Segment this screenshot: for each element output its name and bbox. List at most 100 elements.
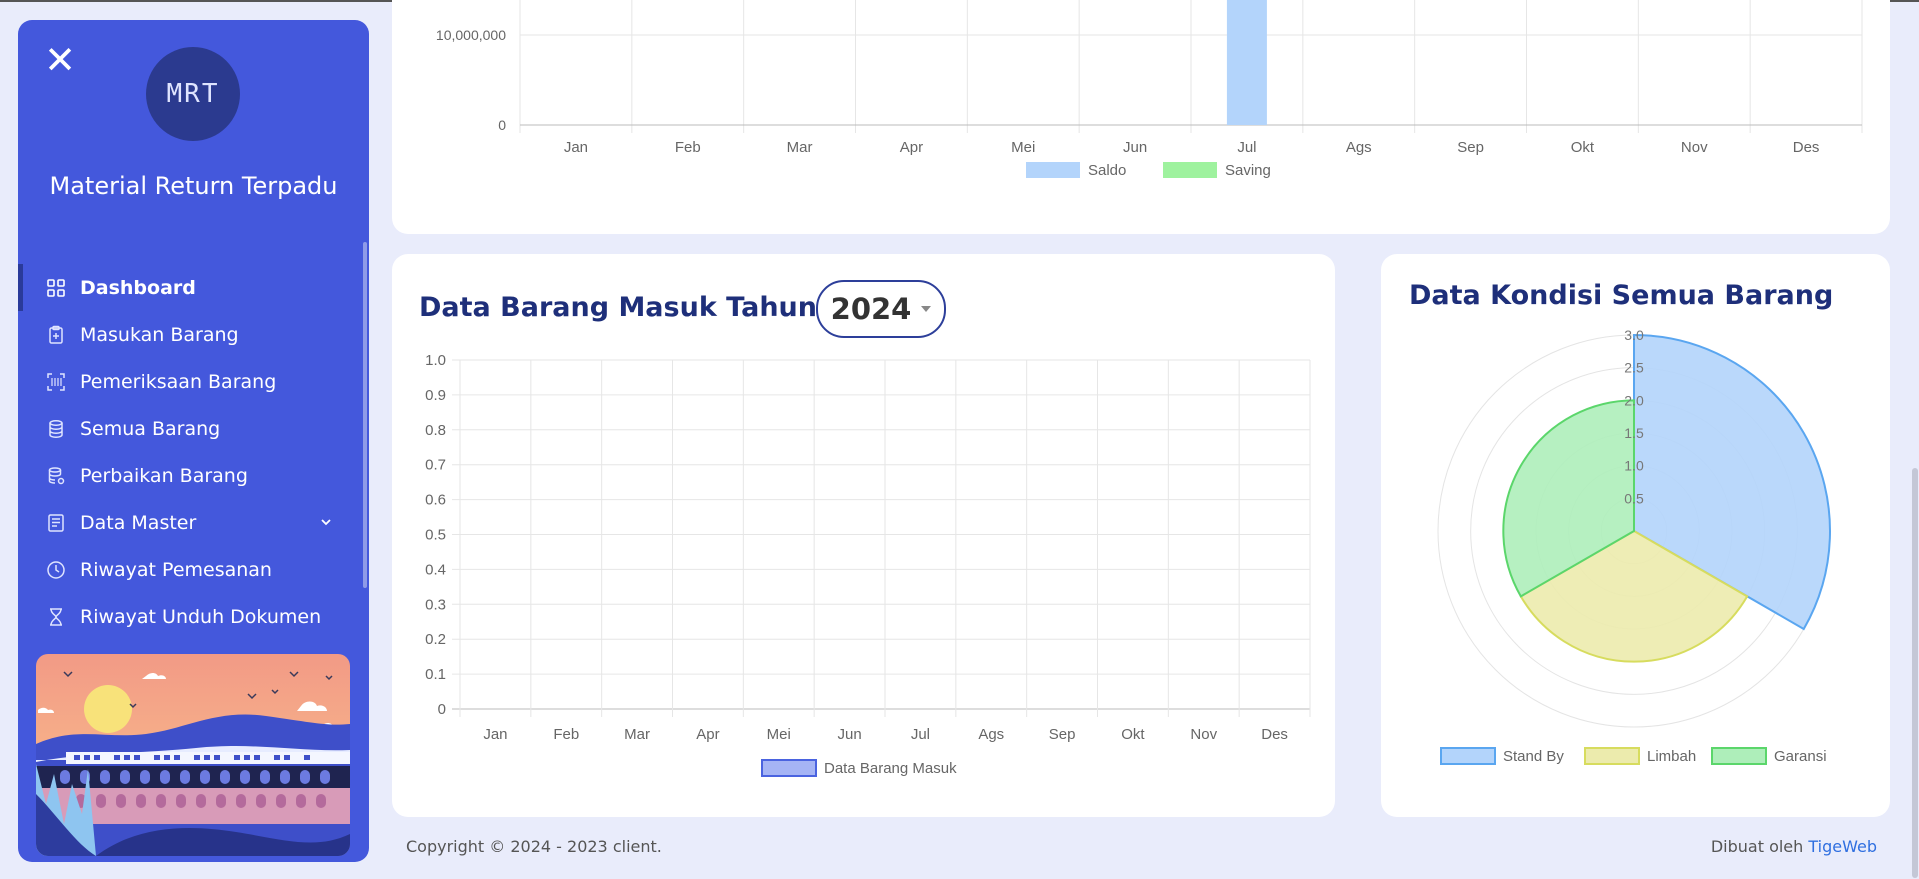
- x-tick-label: Jan: [564, 139, 588, 156]
- clock-icon: [46, 560, 66, 580]
- legend-swatch: [761, 759, 817, 777]
- legend-label: Stand By: [1503, 748, 1564, 765]
- x-tick-label: Mei: [767, 726, 791, 743]
- r-tick-label: 3.0: [1624, 327, 1644, 343]
- x-tick-label: Des: [1793, 139, 1820, 156]
- sidebar-item-data-master[interactable]: Data Master: [18, 499, 369, 546]
- sidebar-item-label: Dashboard: [80, 276, 196, 299]
- app-logo: MRT: [146, 47, 240, 141]
- sidebar-item-label: Perbaikan Barang: [80, 464, 248, 487]
- x-tick-label: Des: [1261, 726, 1288, 743]
- x-tick-label: Nov: [1681, 139, 1708, 156]
- legend-swatch: [1026, 162, 1080, 178]
- train-illustration: [36, 654, 350, 856]
- x-tick-label: Okt: [1571, 139, 1595, 156]
- caret-down-icon: [921, 306, 932, 312]
- y-tick-label: 0.8: [425, 422, 446, 439]
- scan-icon: [46, 372, 66, 392]
- balance-chart: 10,000,000 0 Jan Feb Mar Apr Mei Jun Jul Ags Sep Ok…: [436, 0, 1863, 179]
- footer-copyright: Copyright © 2024 - 2023 client.: [406, 837, 662, 856]
- page-scrollbar[interactable]: [1912, 468, 1918, 878]
- r-tick-label: 1.5: [1624, 425, 1644, 441]
- legend-swatch: [1163, 162, 1217, 178]
- x-tick-label: Jul: [1237, 139, 1256, 156]
- x-tick-label: Jul: [911, 726, 930, 743]
- condition-title: Data Kondisi Semua Barang: [1409, 280, 1834, 311]
- sidebar-nav: Dashboard Masukan Barang Pemeriksaan Bar…: [18, 264, 369, 640]
- x-tick-label: Feb: [553, 726, 579, 743]
- x-tick-label: Apr: [900, 139, 923, 156]
- sidebar-scrollbar[interactable]: [363, 242, 367, 588]
- x-tick-label: Ags: [978, 726, 1004, 743]
- x-tick-label: Mar: [787, 139, 813, 156]
- footer-credit-link[interactable]: TigeWeb: [1808, 837, 1877, 856]
- legend-label: Saving: [1225, 162, 1271, 179]
- sidebar-item-semua-barang[interactable]: Semua Barang: [18, 405, 369, 452]
- x-tick-label: Okt: [1121, 726, 1145, 743]
- x-tick-label: Nov: [1190, 726, 1217, 743]
- y-tick-label: 0.6: [425, 492, 446, 509]
- year-select[interactable]: 2024: [816, 280, 946, 338]
- legend-swatch: [1440, 747, 1496, 765]
- x-tick-label: Jun: [837, 726, 861, 743]
- close-icon[interactable]: ✕: [42, 41, 78, 79]
- r-tick-label: 2.5: [1624, 360, 1644, 376]
- y-tick-label: 10,000,000: [436, 27, 506, 43]
- x-tick-label: Mei: [1011, 139, 1035, 156]
- y-tick-label: 0.3: [425, 596, 446, 613]
- legend-label: Saldo: [1088, 162, 1126, 179]
- sidebar-item-label: Pemeriksaan Barang: [80, 370, 277, 393]
- y-tick-label: 0.2: [425, 631, 446, 648]
- hourglass-icon: [46, 607, 66, 627]
- footer-credit: Dibuat oleh TigeWeb: [1711, 837, 1877, 856]
- sidebar-item-dashboard[interactable]: Dashboard: [18, 264, 369, 311]
- r-tick-label: 1.0: [1624, 458, 1644, 474]
- y-tick-label: 0.4: [425, 561, 446, 578]
- x-tick-label: Sep: [1457, 139, 1484, 156]
- sidebar-item-perbaikan-barang[interactable]: Perbaikan Barang: [18, 452, 369, 499]
- sidebar-item-label: Masukan Barang: [80, 323, 239, 346]
- legend-label: Garansi: [1774, 748, 1827, 765]
- x-tick-label: Feb: [675, 139, 701, 156]
- incoming-goods-chart: 0 0.1 0.2 0.3 0.4 0.5 0.6 0.7 0.8 0.9 1.0 Jan Feb Mar…: [425, 352, 1311, 777]
- x-tick-label: Jan: [483, 726, 507, 743]
- condition-card: Data Kondisi Semua Barang 0.5 1.0 1.5 2.0 2.…: [1381, 254, 1890, 817]
- x-tick-label: Apr: [696, 726, 719, 743]
- year-select-value: 2024: [830, 292, 912, 326]
- r-tick-label: 0.5: [1624, 490, 1644, 506]
- legend-label: Limbah: [1647, 748, 1696, 765]
- bar-saldo: [1226, 0, 1267, 125]
- sidebar-item-label: Riwayat Pemesanan: [80, 558, 272, 581]
- sidebar-item-riwayat-unduh-dokumen[interactable]: Riwayat Unduh Dokumen: [18, 593, 369, 640]
- incoming-goods-title: Data Barang Masuk Tahun: [419, 292, 817, 323]
- clipboard-add-icon: [46, 325, 66, 345]
- footer-credit-prefix: Dibuat oleh: [1710, 837, 1804, 856]
- sidebar-item-label: Riwayat Unduh Dokumen: [80, 605, 322, 628]
- y-tick-label: 0: [498, 117, 506, 133]
- y-tick-label: 0.7: [425, 457, 446, 474]
- chevron-down-icon[interactable]: [319, 515, 333, 529]
- legend-swatch: [1711, 747, 1767, 765]
- balance-chart-card: 10,000,000 0 Jan Feb Mar Apr Mei Jun Jul Ags Sep Ok…: [392, 0, 1890, 234]
- y-tick-label: 0: [438, 701, 446, 718]
- grid-icon: [46, 278, 66, 298]
- sidebar-item-label: Semua Barang: [80, 417, 221, 440]
- sidebar-item-label: Data Master: [80, 511, 197, 534]
- sidebar-item-riwayat-pemesanan[interactable]: Riwayat Pemesanan: [18, 546, 369, 593]
- sidebar-item-pemeriksaan-barang[interactable]: Pemeriksaan Barang: [18, 358, 369, 405]
- y-tick-label: 0.1: [425, 666, 446, 683]
- condition-polar-chart: 0.5 1.0 1.5 2.0 2.5 3.0 Stand By Limbah Garansi: [1437, 327, 1831, 765]
- document-list-icon: [46, 513, 66, 533]
- sidebar: ✕ MRT Material Return Terpadu Dashboard …: [18, 20, 369, 862]
- y-tick-label: 0.9: [425, 387, 446, 404]
- legend-swatch: [1584, 747, 1640, 765]
- database-icon: [46, 419, 66, 439]
- x-tick-label: Sep: [1049, 726, 1076, 743]
- x-tick-label: Jun: [1123, 139, 1147, 156]
- app-title: Material Return Terpadu: [49, 172, 338, 200]
- y-tick-label: 1.0: [425, 352, 446, 369]
- incoming-goods-card: Data Barang Masuk Tahun 2024 0 0.1 0.2 0.3 0…: [392, 254, 1335, 817]
- x-tick-label: Mar: [624, 726, 650, 743]
- sidebar-item-masukan-barang[interactable]: Masukan Barang: [18, 311, 369, 358]
- x-tick-label: Ags: [1346, 139, 1372, 156]
